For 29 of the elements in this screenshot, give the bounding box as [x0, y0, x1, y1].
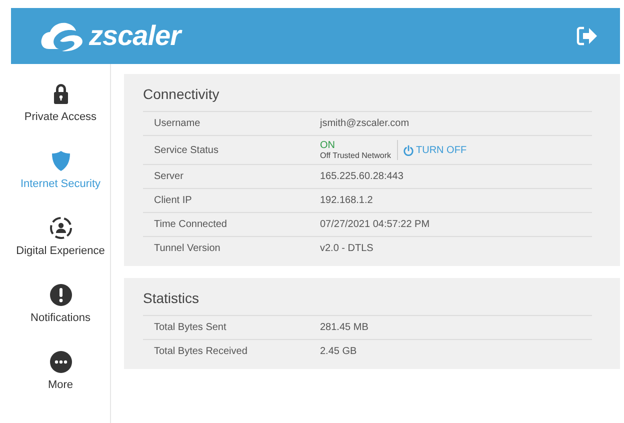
- row-label: Total Bytes Received: [154, 346, 248, 357]
- row-value: 192.168.1.2: [320, 195, 373, 206]
- logout-icon[interactable]: [576, 26, 598, 46]
- row-label: Total Bytes Sent: [154, 322, 228, 333]
- person-ring-icon: [48, 216, 72, 240]
- row-value: 281.45 MB: [320, 322, 368, 333]
- status-value: ON: [320, 140, 336, 151]
- row-label: Server: [154, 171, 184, 182]
- power-icon: [403, 144, 414, 156]
- status-note: Off Trusted Network: [320, 151, 391, 160]
- row-label: Time Connected: [154, 219, 228, 230]
- section-title: Connectivity: [143, 86, 220, 102]
- more-icon: [48, 350, 72, 374]
- sidebar-item[interactable]: Notifications: [11, 283, 110, 350]
- row-label: Username: [154, 118, 202, 129]
- alert-icon: [48, 283, 72, 307]
- row-value: 165.225.60.28:443: [320, 171, 404, 182]
- row-label: Service Status: [154, 144, 220, 156]
- row-value: 07/27/2021 04:57:22 PM: [320, 219, 430, 230]
- row-label: Client IP: [154, 195, 193, 206]
- row-label: Tunnel Version: [154, 243, 222, 254]
- sidebar-item[interactable]: Private Access: [11, 82, 110, 149]
- sidebar-item[interactable]: More: [11, 350, 110, 417]
- row-value: 2.45 GB: [320, 346, 357, 357]
- brand-name: zscaler: [89, 20, 180, 52]
- section-title: Statistics: [143, 290, 200, 306]
- row-value: v2.0 - DTLS: [320, 243, 374, 254]
- sidebar-item[interactable]: Digital Experience: [11, 216, 110, 283]
- row-value: jsmith@zscaler.com: [320, 118, 410, 129]
